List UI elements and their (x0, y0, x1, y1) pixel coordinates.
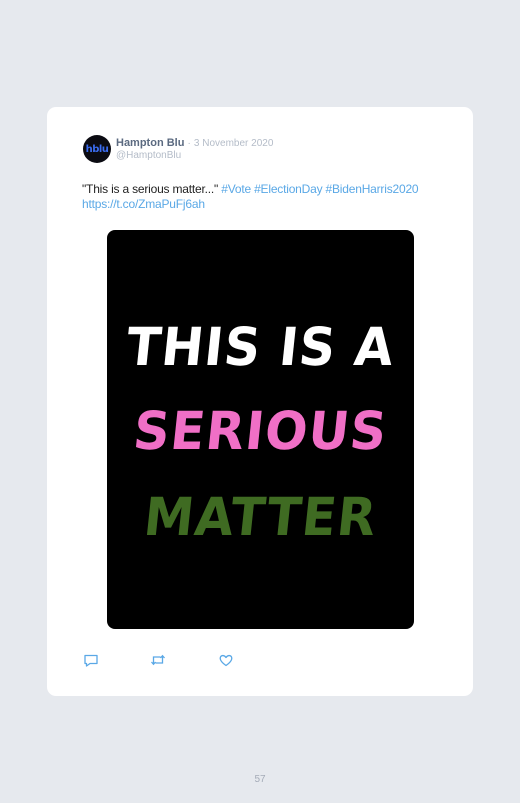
hashtag-bidenharris2020[interactable]: #BidenHarris2020 (326, 182, 419, 196)
tweet-actions (83, 652, 283, 668)
tweet-header: Hampton Blu · 3 November 2020 (116, 137, 273, 149)
hashtag-electionday[interactable]: #ElectionDay (254, 182, 323, 196)
header-separator: · (187, 138, 191, 149)
tweet-date[interactable]: 3 November 2020 (194, 138, 274, 149)
author-handle[interactable]: @HamptonBlu (116, 150, 181, 161)
tweet-text: "This is a serious matter..." #Vote #Ele… (82, 182, 442, 212)
media-line-2: SERIOUS (130, 400, 391, 462)
media-line-1: THIS IS A (123, 316, 398, 378)
retweet-icon (151, 654, 165, 666)
author-name[interactable]: Hampton Blu (116, 137, 184, 149)
tweet-media-image[interactable]: THIS IS A SERIOUS MATTER (107, 230, 414, 629)
tweet-card: hblu Hampton Blu · 3 November 2020 @Hamp… (47, 107, 473, 696)
avatar-logo-text: hblu (85, 143, 109, 155)
hashtag-vote[interactable]: #Vote (221, 182, 251, 196)
avatar[interactable]: hblu (83, 135, 111, 163)
tweet-quote: "This is a serious matter..." (82, 182, 222, 196)
tweet-link[interactable]: https://t.co/ZmaPuFj6ah (82, 197, 205, 211)
retweet-button[interactable] (150, 652, 166, 668)
reply-icon (84, 654, 98, 667)
page-number: 57 (254, 774, 266, 785)
reply-button[interactable] (83, 652, 99, 668)
media-line-3: MATTER (141, 486, 380, 548)
like-button[interactable] (218, 652, 234, 668)
like-icon (219, 654, 233, 667)
